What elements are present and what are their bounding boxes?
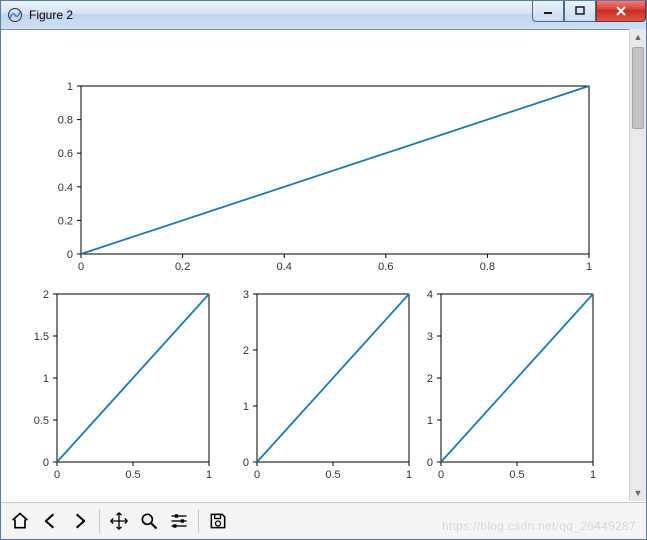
toolbar-separator xyxy=(99,509,100,533)
title-bar[interactable]: Figure 2 xyxy=(1,1,646,30)
subplot-2: 0 0.5 1 0 1 2 3 xyxy=(243,289,412,481)
xtick-label: 0.8 xyxy=(480,261,495,273)
ytick-label: 0 xyxy=(43,457,49,469)
ytick-label: 0 xyxy=(427,457,433,469)
arrow-right-icon xyxy=(70,511,90,531)
maximize-icon xyxy=(575,6,585,16)
home-icon xyxy=(10,511,30,531)
ytick-label: 1 xyxy=(243,401,249,413)
ytick-label: 0.2 xyxy=(58,215,73,227)
xtick-label: 1 xyxy=(590,469,596,481)
ytick-label: 0.5 xyxy=(34,415,49,427)
forward-button[interactable] xyxy=(65,506,95,536)
zoom-icon xyxy=(139,511,159,531)
arrow-left-icon xyxy=(40,511,60,531)
minimize-icon xyxy=(543,6,553,16)
back-button[interactable] xyxy=(35,506,65,536)
plot-canvas[interactable]: 0 0.2 0.4 0.6 0.8 1 0 0.2 0.4 0.6 0.8 1 0 0.5 1 0 0.5 1 1.… xyxy=(1,30,646,502)
home-button[interactable] xyxy=(5,506,35,536)
zoom-button[interactable] xyxy=(134,506,164,536)
vertical-scrollbar[interactable]: ▲ ▼ xyxy=(629,29,646,501)
configure-button[interactable] xyxy=(164,506,194,536)
ytick-label: 2 xyxy=(427,373,433,385)
app-icon xyxy=(7,7,23,23)
xtick-label: 0 xyxy=(438,469,444,481)
window-title: Figure 2 xyxy=(29,8,73,22)
data-line xyxy=(81,86,589,254)
window-buttons xyxy=(532,1,646,21)
xtick-label: 0.5 xyxy=(509,469,524,481)
xtick-label: 0 xyxy=(78,261,84,273)
mpl-toolbar: https://blog.csdn.net/qq_26449287 xyxy=(1,502,646,539)
minimize-button[interactable] xyxy=(532,1,564,22)
xtick-label: 1 xyxy=(406,469,412,481)
xtick-label: 1 xyxy=(586,261,592,273)
maximize-button[interactable] xyxy=(564,1,596,22)
subplot-3: 0 0.5 1 0 1 2 3 4 xyxy=(427,289,596,481)
save-button[interactable] xyxy=(203,506,233,536)
ytick-label: 4 xyxy=(427,289,433,301)
ytick-label: 2 xyxy=(243,345,249,357)
close-icon xyxy=(615,6,627,16)
xtick-label: 0.5 xyxy=(325,469,340,481)
sliders-icon xyxy=(169,511,189,531)
close-button[interactable] xyxy=(596,1,646,22)
ytick-label: 0.4 xyxy=(58,182,73,194)
pan-button[interactable] xyxy=(104,506,134,536)
xtick-label: 0.2 xyxy=(175,261,190,273)
ytick-label: 3 xyxy=(427,331,433,343)
ytick-label: 2 xyxy=(43,289,49,301)
ytick-label: 0.6 xyxy=(58,148,73,160)
ytick-label: 3 xyxy=(243,289,249,301)
ytick-label: 0 xyxy=(67,249,73,261)
subplot-0: 0 0.2 0.4 0.6 0.8 1 0 0.2 0.4 0.6 0.8 1 xyxy=(58,81,592,273)
xtick-label: 0.5 xyxy=(125,469,140,481)
xtick-label: 0.4 xyxy=(277,261,292,273)
plot-svg: 0 0.2 0.4 0.6 0.8 1 0 0.2 0.4 0.6 0.8 1 0 0.5 1 0 0.5 1 1.… xyxy=(1,30,631,504)
subplot-1: 0 0.5 1 0 0.5 1 1.5 2 xyxy=(34,289,212,481)
figure-window: Figure 2 0 0.2 0.4 0.6 0.8 1 0 0.2 0.4 0.6 0.8 1 0 0.… xyxy=(0,0,647,540)
xtick-label: 0.6 xyxy=(378,261,393,273)
data-line xyxy=(57,294,209,462)
ytick-label: 1.5 xyxy=(34,331,49,343)
ytick-label: 1 xyxy=(67,81,73,93)
scroll-up-icon[interactable]: ▲ xyxy=(630,29,646,45)
ytick-label: 1 xyxy=(427,415,433,427)
scroll-down-icon[interactable]: ▼ xyxy=(630,485,646,501)
xtick-label: 0 xyxy=(254,469,260,481)
ytick-label: 1 xyxy=(43,373,49,385)
scrollbar-thumb[interactable] xyxy=(632,47,644,129)
move-icon xyxy=(109,511,129,531)
ytick-label: 0.8 xyxy=(58,115,73,127)
toolbar-separator xyxy=(198,509,199,533)
data-line xyxy=(257,294,409,462)
watermark-text: https://blog.csdn.net/qq_26449287 xyxy=(442,519,636,533)
save-icon xyxy=(208,511,228,531)
xtick-label: 1 xyxy=(206,469,212,481)
xtick-label: 0 xyxy=(54,469,60,481)
ytick-label: 0 xyxy=(243,457,249,469)
data-line xyxy=(441,294,593,462)
